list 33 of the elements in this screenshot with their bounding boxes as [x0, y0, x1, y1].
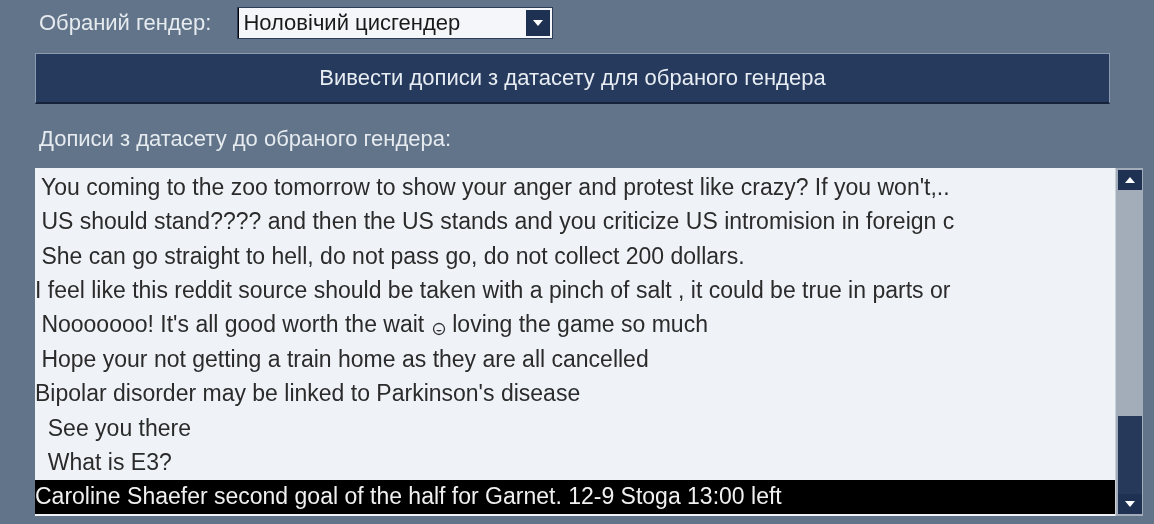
post-item[interactable]: Nooooooo! It's all good worth the wait loving the game so much — [35, 307, 1115, 343]
post-text: See you there — [46, 414, 191, 442]
post-text: She can go straight to hell, do not pass go, do not collect 200 dollars. — [40, 242, 745, 270]
scroll-thumb[interactable] — [1117, 416, 1142, 494]
post-text: Nooooooo! It's all good worth the wait — [40, 311, 425, 339]
post-text: Hope your not getting a train home as they are all cancelled — [40, 345, 649, 373]
post-item[interactable]: I feel like this reddit source should be taken with a pinch of salt , it could be true in parts or — [35, 273, 1115, 308]
caret-icon — [532, 18, 545, 27]
post-text: I feel like this reddit source should be taken with a pinch of salt , it could be true in parts or — [35, 276, 951, 304]
post-text: Bipolar disorder may be linked to Parkinson's disease — [35, 380, 581, 408]
posts-list[interactable] — [35, 168, 1115, 516]
down-arrow-icon — [1123, 500, 1136, 508]
post-text: What is E3? — [46, 448, 172, 476]
scrollbar[interactable] — [1115, 168, 1143, 516]
gender-label: Обраний гендер: — [39, 9, 212, 36]
show-posts-button[interactable]: Вивести дописи з датасету для обраного гендера — [35, 53, 1110, 104]
post-text: You coming to the zoo tomorrow to show your anger and protest like crazy? If you won't,.. — [39, 173, 950, 201]
post-item[interactable]: She can go straight to hell, do not pass go, do not collect 200 dollars. — [35, 238, 1115, 274]
post-item[interactable]: Caroline Shaefer second goal of the half for Garnet. 12-9 Stoga 13:00 left — [35, 479, 1115, 514]
post-item[interactable]: US should stand???? and then the US stands and you criticize US intromision in foreign c — [35, 204, 1115, 239]
post-item[interactable]: What is E3? — [35, 445, 1115, 480]
post-text: loving the game so much — [452, 311, 708, 339]
scroll-down-button[interactable] — [1117, 494, 1142, 514]
up-arrow-icon — [1123, 176, 1136, 184]
posts-label: Дописи з датасету до обраного гендера: — [39, 126, 453, 152]
post-item[interactable]: See you there — [35, 410, 1115, 446]
post-item[interactable]: Bipolar disorder may be linked to Parkinson's disease — [35, 376, 1115, 411]
post-text: US should stand???? and then the US stands and you criticize US intromision in foreign c — [40, 208, 955, 236]
post-item[interactable]: You coming to the zoo tomorrow to show your anger and protest like crazy? If you won't,.. — [35, 170, 1115, 205]
scroll-up-button[interactable] — [1117, 170, 1142, 190]
gender-dropdown[interactable]: Ноловічий цисгендер — [237, 6, 554, 39]
post-item[interactable]: Hope your not getting a train home as they are all cancelled — [35, 342, 1115, 377]
post-text: Caroline Shaefer second goal of the half for Garnet. 12-9 Stoga 13:00 left — [35, 483, 782, 511]
